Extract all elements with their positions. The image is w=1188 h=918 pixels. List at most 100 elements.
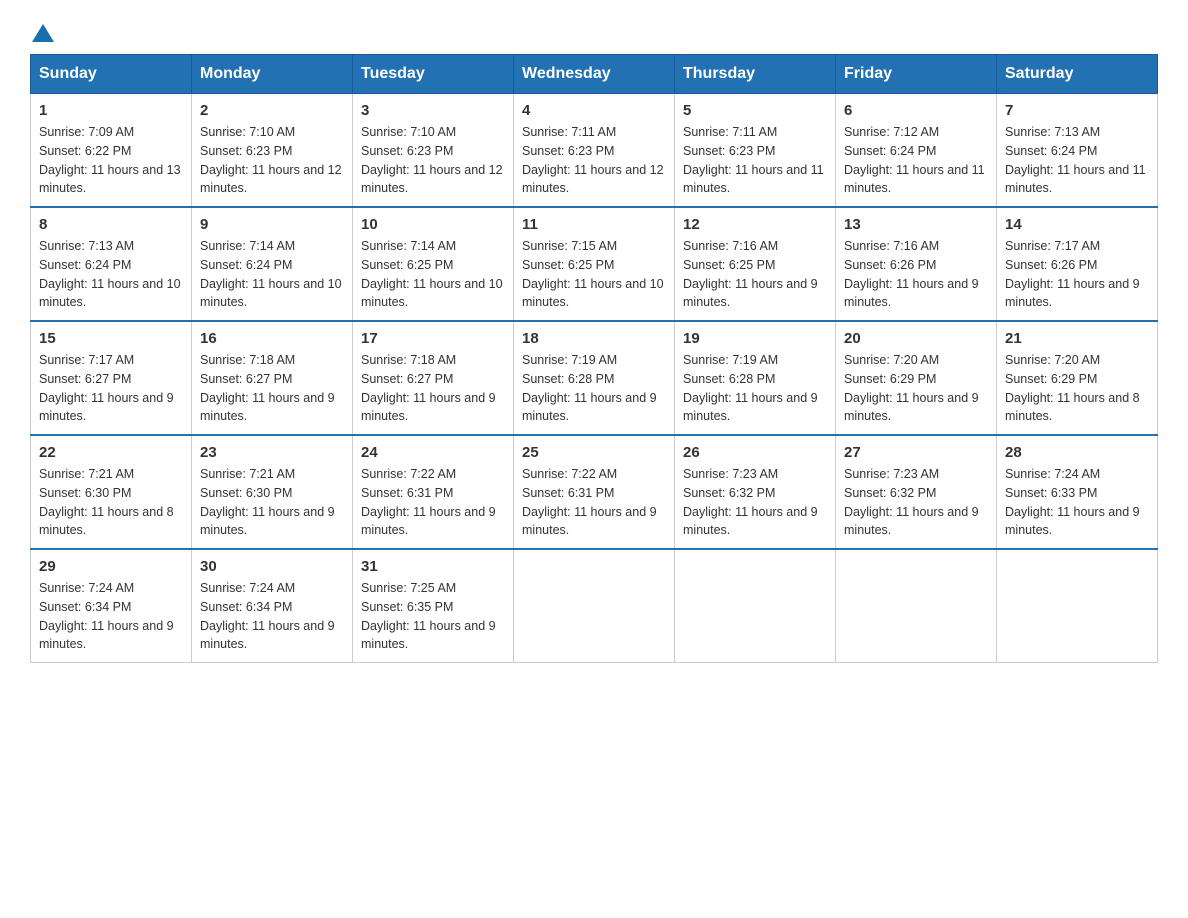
- day-number: 28: [1005, 444, 1149, 461]
- day-header-monday: Monday: [192, 55, 353, 94]
- calendar-cell: 24 Sunrise: 7:22 AMSunset: 6:31 PMDayligh…: [353, 435, 514, 549]
- calendar-week-row: 15Sunrise: 7:17 AMSunset: 6:27 PMDayligh…: [31, 321, 1158, 435]
- day-number: 30: [200, 558, 344, 575]
- calendar-cell: 9 Sunrise: 7:14 AMSunset: 6:24 PMDaylight…: [192, 207, 353, 321]
- calendar-week-row: 1 Sunrise: 7:09 AMSunset: 6:22 PMDaylight…: [31, 94, 1158, 208]
- day-info: Sunrise: 7:12 AMSunset: 6:24 PMDaylight:…: [844, 125, 985, 195]
- calendar-week-row: 8Sunrise: 7:13 AMSunset: 6:24 PMDaylight…: [31, 207, 1158, 321]
- day-info: Sunrise: 7:19 AMSunset: 6:28 PMDaylight:…: [522, 353, 657, 423]
- day-number: 13: [844, 216, 988, 233]
- calendar-table: SundayMondayTuesdayWednesdayThursdayFrid…: [30, 54, 1158, 663]
- day-info: Sunrise: 7:21 AMSunset: 6:30 PMDaylight:…: [39, 467, 174, 537]
- day-info: Sunrise: 7:17 AMSunset: 6:26 PMDaylight:…: [1005, 239, 1140, 309]
- day-number: 31: [361, 558, 505, 575]
- calendar-cell: 1 Sunrise: 7:09 AMSunset: 6:22 PMDaylight…: [31, 94, 192, 208]
- day-info: Sunrise: 7:24 AMSunset: 6:34 PMDaylight:…: [200, 581, 335, 651]
- day-number: 17: [361, 330, 505, 347]
- day-info: Sunrise: 7:16 AMSunset: 6:26 PMDaylight:…: [844, 239, 979, 309]
- day-info: Sunrise: 7:17 AMSunset: 6:27 PMDaylight:…: [39, 353, 174, 423]
- day-info: Sunrise: 7:22 AMSunset: 6:31 PMDaylight:…: [361, 467, 496, 537]
- calendar-cell: [836, 549, 997, 663]
- day-header-friday: Friday: [836, 55, 997, 94]
- calendar-cell: 25Sunrise: 7:22 AMSunset: 6:31 PMDayligh…: [514, 435, 675, 549]
- day-number: 22: [39, 444, 183, 461]
- day-number: 21: [1005, 330, 1149, 347]
- calendar-cell: [675, 549, 836, 663]
- day-number: 7: [1005, 102, 1149, 119]
- day-number: 11: [522, 216, 666, 233]
- page-header: [30, 20, 1158, 44]
- day-number: 23: [200, 444, 344, 461]
- day-info: Sunrise: 7:18 AMSunset: 6:27 PMDaylight:…: [200, 353, 335, 423]
- logo-triangle-icon: [32, 22, 54, 44]
- calendar-cell: 4 Sunrise: 7:11 AMSunset: 6:23 PMDaylight…: [514, 94, 675, 208]
- calendar-cell: 12 Sunrise: 7:16 AMSunset: 6:25 PMDayligh…: [675, 207, 836, 321]
- day-number: 29: [39, 558, 183, 575]
- calendar-cell: 27 Sunrise: 7:23 AMSunset: 6:32 PMDayligh…: [836, 435, 997, 549]
- calendar-header-row: SundayMondayTuesdayWednesdayThursdayFrid…: [31, 55, 1158, 94]
- calendar-cell: 22 Sunrise: 7:21 AMSunset: 6:30 PMDayligh…: [31, 435, 192, 549]
- day-number: 26: [683, 444, 827, 461]
- day-info: Sunrise: 7:20 AMSunset: 6:29 PMDaylight:…: [1005, 353, 1140, 423]
- day-info: Sunrise: 7:09 AMSunset: 6:22 PMDaylight:…: [39, 125, 181, 195]
- calendar-cell: 2 Sunrise: 7:10 AMSunset: 6:23 PMDaylight…: [192, 94, 353, 208]
- day-info: Sunrise: 7:20 AMSunset: 6:29 PMDaylight:…: [844, 353, 979, 423]
- day-header-thursday: Thursday: [675, 55, 836, 94]
- day-number: 2: [200, 102, 344, 119]
- calendar-cell: 5Sunrise: 7:11 AMSunset: 6:23 PMDaylight…: [675, 94, 836, 208]
- day-number: 10: [361, 216, 505, 233]
- day-info: Sunrise: 7:21 AMSunset: 6:30 PMDaylight:…: [200, 467, 335, 537]
- logo: [30, 20, 54, 44]
- day-header-sunday: Sunday: [31, 55, 192, 94]
- calendar-cell: 26 Sunrise: 7:23 AMSunset: 6:32 PMDayligh…: [675, 435, 836, 549]
- calendar-cell: 15Sunrise: 7:17 AMSunset: 6:27 PMDayligh…: [31, 321, 192, 435]
- day-info: Sunrise: 7:14 AMSunset: 6:25 PMDaylight:…: [361, 239, 503, 309]
- calendar-cell: 23 Sunrise: 7:21 AMSunset: 6:30 PMDayligh…: [192, 435, 353, 549]
- day-number: 16: [200, 330, 344, 347]
- day-number: 20: [844, 330, 988, 347]
- day-info: Sunrise: 7:24 AMSunset: 6:33 PMDaylight:…: [1005, 467, 1140, 537]
- calendar-cell: 13 Sunrise: 7:16 AMSunset: 6:26 PMDayligh…: [836, 207, 997, 321]
- calendar-cell: 31 Sunrise: 7:25 AMSunset: 6:35 PMDayligh…: [353, 549, 514, 663]
- day-info: Sunrise: 7:10 AMSunset: 6:23 PMDaylight:…: [200, 125, 342, 195]
- calendar-cell: 16 Sunrise: 7:18 AMSunset: 6:27 PMDayligh…: [192, 321, 353, 435]
- day-number: 12: [683, 216, 827, 233]
- day-info: Sunrise: 7:23 AMSunset: 6:32 PMDaylight:…: [683, 467, 818, 537]
- calendar-cell: 30 Sunrise: 7:24 AMSunset: 6:34 PMDayligh…: [192, 549, 353, 663]
- calendar-cell: 8Sunrise: 7:13 AMSunset: 6:24 PMDaylight…: [31, 207, 192, 321]
- calendar-cell: 20 Sunrise: 7:20 AMSunset: 6:29 PMDayligh…: [836, 321, 997, 435]
- day-number: 19: [683, 330, 827, 347]
- calendar-week-row: 22 Sunrise: 7:21 AMSunset: 6:30 PMDayligh…: [31, 435, 1158, 549]
- calendar-cell: 10 Sunrise: 7:14 AMSunset: 6:25 PMDayligh…: [353, 207, 514, 321]
- day-info: Sunrise: 7:13 AMSunset: 6:24 PMDaylight:…: [1005, 125, 1146, 195]
- day-number: 8: [39, 216, 183, 233]
- day-info: Sunrise: 7:14 AMSunset: 6:24 PMDaylight:…: [200, 239, 342, 309]
- calendar-cell: 11 Sunrise: 7:15 AMSunset: 6:25 PMDayligh…: [514, 207, 675, 321]
- calendar-cell: [997, 549, 1158, 663]
- day-number: 3: [361, 102, 505, 119]
- day-info: Sunrise: 7:24 AMSunset: 6:34 PMDaylight:…: [39, 581, 174, 651]
- day-number: 4: [522, 102, 666, 119]
- day-info: Sunrise: 7:11 AMSunset: 6:23 PMDaylight:…: [683, 125, 824, 195]
- day-number: 1: [39, 102, 183, 119]
- day-info: Sunrise: 7:25 AMSunset: 6:35 PMDaylight:…: [361, 581, 496, 651]
- calendar-cell: 6 Sunrise: 7:12 AMSunset: 6:24 PMDaylight…: [836, 94, 997, 208]
- day-number: 14: [1005, 216, 1149, 233]
- day-number: 27: [844, 444, 988, 461]
- calendar-cell: 29 Sunrise: 7:24 AMSunset: 6:34 PMDayligh…: [31, 549, 192, 663]
- day-info: Sunrise: 7:19 AMSunset: 6:28 PMDaylight:…: [683, 353, 818, 423]
- day-info: Sunrise: 7:16 AMSunset: 6:25 PMDaylight:…: [683, 239, 818, 309]
- calendar-cell: [514, 549, 675, 663]
- calendar-cell: 18 Sunrise: 7:19 AMSunset: 6:28 PMDayligh…: [514, 321, 675, 435]
- day-number: 25: [522, 444, 666, 461]
- day-info: Sunrise: 7:18 AMSunset: 6:27 PMDaylight:…: [361, 353, 496, 423]
- day-info: Sunrise: 7:15 AMSunset: 6:25 PMDaylight:…: [522, 239, 664, 309]
- calendar-cell: 14 Sunrise: 7:17 AMSunset: 6:26 PMDayligh…: [997, 207, 1158, 321]
- day-info: Sunrise: 7:11 AMSunset: 6:23 PMDaylight:…: [522, 125, 664, 195]
- day-number: 24: [361, 444, 505, 461]
- day-header-tuesday: Tuesday: [353, 55, 514, 94]
- day-number: 9: [200, 216, 344, 233]
- day-info: Sunrise: 7:23 AMSunset: 6:32 PMDaylight:…: [844, 467, 979, 537]
- day-number: 18: [522, 330, 666, 347]
- day-number: 6: [844, 102, 988, 119]
